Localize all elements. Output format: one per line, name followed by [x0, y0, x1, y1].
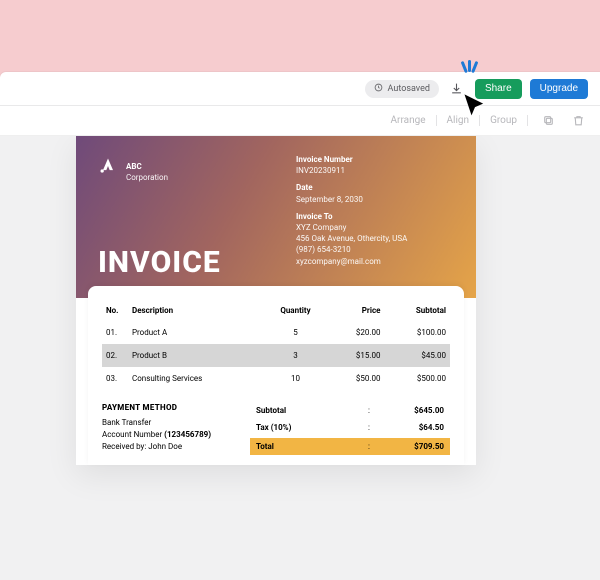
topbar: Autosaved Share Upgrade	[0, 72, 600, 106]
invoice-title: INVOICE	[98, 245, 221, 280]
total-row: Total : $709.50	[250, 438, 450, 455]
align-button[interactable]: Align	[437, 115, 481, 126]
autosaved-pill: Autosaved	[365, 80, 439, 98]
summary: Subtotal : $645.00 Tax (10%) : $64.50 To…	[250, 402, 450, 455]
to-phone: (987) 654-3210	[296, 244, 456, 255]
payment-method: PAYMENT METHOD Bank Transfer Account Num…	[102, 402, 250, 455]
brand-logo-icon	[98, 156, 118, 180]
invoice-number: INV20230911	[296, 165, 456, 176]
brand-name: ABC	[126, 162, 142, 171]
brand-sub: Corporation	[126, 173, 168, 182]
clock-icon	[374, 83, 383, 95]
tax-row: Tax (10%) : $64.50	[250, 419, 450, 436]
app-surface: Autosaved Share Upgrade Arrange Align Gr…	[0, 72, 600, 580]
date-value: September 8, 2030	[296, 194, 456, 205]
payment-title: PAYMENT METHOD	[102, 402, 250, 414]
table-row: 03. Consulting Services 10 $50.00 $500.0…	[102, 367, 450, 390]
invoice-meta: Invoice Number INV20230911 Date Septembe…	[296, 154, 456, 267]
table-header-row: No. Description Quantity Price Subtotal	[102, 300, 450, 321]
invoice-body: No. Description Quantity Price Subtotal …	[88, 286, 464, 465]
payment-line3: Received by: John Doe	[102, 441, 250, 453]
invoice-document[interactable]: ABC Corporation INVOICE Invoice Number I…	[76, 136, 476, 465]
download-icon[interactable]	[447, 79, 467, 99]
trash-icon[interactable]	[568, 111, 588, 131]
invoice-header: ABC Corporation INVOICE Invoice Number I…	[76, 136, 476, 298]
date-label: Date	[296, 182, 456, 193]
payment-line1: Bank Transfer	[102, 417, 250, 429]
col-price: Price	[328, 300, 384, 321]
duplicate-icon[interactable]	[538, 111, 558, 131]
invoice-to-label: Invoice To	[296, 211, 456, 222]
col-no: No.	[102, 300, 128, 321]
autosaved-label: Autosaved	[388, 84, 430, 94]
group-button[interactable]: Group	[480, 115, 528, 126]
share-button[interactable]: Share	[475, 79, 522, 99]
to-addr: 456 Oak Avenue, Othercity, USA	[296, 233, 456, 244]
canvas[interactable]: ABC Corporation INVOICE Invoice Number I…	[0, 136, 600, 580]
format-bar: Arrange Align Group	[0, 106, 600, 136]
to-name: XYZ Company	[296, 222, 456, 233]
to-email: xyzcompany@mail.com	[296, 256, 456, 267]
arrange-button[interactable]: Arrange	[381, 115, 437, 126]
totals-section: PAYMENT METHOD Bank Transfer Account Num…	[102, 402, 450, 455]
upgrade-button[interactable]: Upgrade	[530, 79, 588, 99]
col-qty: Quantity	[263, 300, 329, 321]
table-row: 02. Product B 3 $15.00 $45.00	[102, 344, 450, 367]
payment-line2: Account Number (123456789)	[102, 429, 250, 441]
invoice-number-label: Invoice Number	[296, 154, 456, 165]
subtotal-row: Subtotal : $645.00	[250, 402, 450, 419]
col-subtotal: Subtotal	[384, 300, 450, 321]
table-row: 01. Product A 5 $20.00 $100.00	[102, 321, 450, 344]
line-items-table: No. Description Quantity Price Subtotal …	[102, 300, 450, 390]
col-desc: Description	[128, 300, 263, 321]
